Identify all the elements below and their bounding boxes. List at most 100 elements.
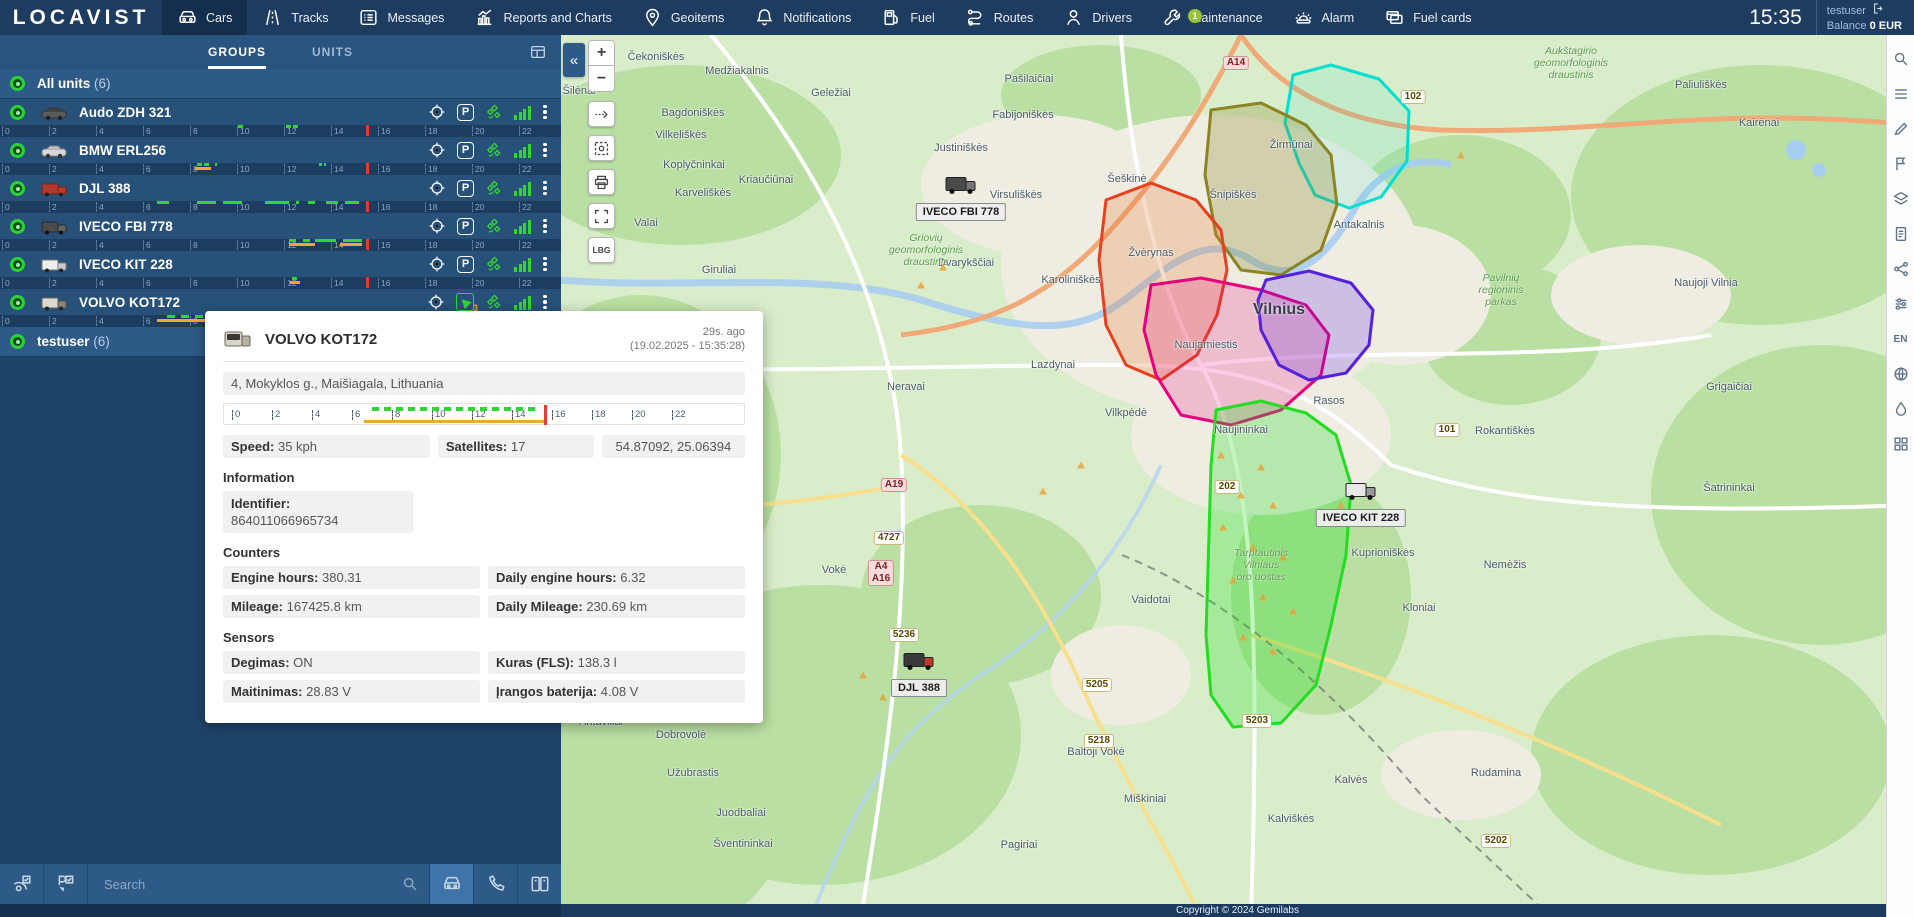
identifier-label: Identifier:	[231, 496, 290, 511]
road-badge: A19	[881, 478, 907, 492]
locate-icon[interactable]	[426, 253, 448, 275]
poi-triangle-icon	[939, 264, 947, 271]
sliders-icon[interactable]	[1891, 294, 1911, 314]
zoom-in-button[interactable]: +	[588, 40, 615, 66]
truck-marker-label[interactable]: IVECO FBI 778	[916, 203, 1006, 221]
nav-item-tracks[interactable]: Tracks	[247, 0, 343, 35]
visibility-eye-icon[interactable]	[10, 219, 25, 234]
visibility-eye-icon[interactable]	[10, 181, 25, 196]
language-icon[interactable]: EN	[1891, 329, 1911, 349]
phone-button[interactable]	[473, 864, 517, 904]
truck-marker[interactable]	[944, 174, 978, 201]
park-label: Griovių geomorfologinis draustinis	[889, 232, 963, 268]
truck-marker-label[interactable]: DJL 388	[891, 679, 947, 697]
menu-icon[interactable]	[1891, 84, 1911, 104]
visibility-eye-icon[interactable]	[10, 334, 25, 349]
search-icon[interactable]	[1891, 49, 1911, 69]
measure-route-button[interactable]	[588, 101, 615, 127]
satellite-filter-button[interactable]	[0, 864, 44, 904]
tab-groups[interactable]: GROUPS	[208, 35, 266, 69]
row-menu-icon[interactable]	[541, 143, 549, 158]
visibility-eye-icon[interactable]	[10, 143, 25, 158]
place-label: Kriaučiūnai	[739, 174, 793, 186]
vehicle-row[interactable]: DJL 388 P 0246810121416182022	[0, 175, 561, 213]
nav-item-maintenance[interactable]: 1Maintenance	[1147, 0, 1278, 35]
group-all-units[interactable]: All units (6)	[0, 69, 561, 99]
truck-marker[interactable]	[1344, 480, 1378, 507]
nav-item-label: Notifications	[783, 11, 851, 25]
nav-item-fuel[interactable]: Fuel	[866, 0, 949, 35]
locate-icon[interactable]	[426, 139, 448, 161]
visibility-eye-icon[interactable]	[10, 295, 25, 310]
row-menu-icon[interactable]	[541, 257, 549, 272]
nav-item-alarm[interactable]: Alarm	[1278, 0, 1370, 35]
nav-item-fuel-cards[interactable]: Fuel cards	[1369, 0, 1486, 35]
ruler-tick: 6	[143, 202, 151, 212]
fullscreen-button[interactable]	[588, 203, 615, 229]
nav-item-reports-and-charts[interactable]: Reports and Charts	[459, 0, 626, 35]
ruler-tick: 2	[49, 240, 57, 250]
visibility-eye-icon[interactable]	[10, 257, 25, 272]
logout-icon[interactable]	[1872, 2, 1885, 19]
map-canvas[interactable]	[561, 35, 1914, 917]
ruler-tick: 20	[632, 410, 646, 420]
visibility-eye-icon[interactable]	[10, 76, 25, 91]
cards-view-button[interactable]	[517, 864, 561, 904]
visibility-eye-icon[interactable]	[10, 105, 25, 120]
lbg-button[interactable]: LBG	[588, 237, 615, 263]
cards-icon	[1384, 7, 1405, 28]
vehicle-row[interactable]: IVECO FBI 778 P 0246810121416182022	[0, 213, 561, 251]
map-copyright: Copyright © 2024 Gemilabs	[561, 904, 1914, 917]
truck-marker-label[interactable]: IVECO KIT 228	[1316, 509, 1406, 527]
tab-units[interactable]: UNITS	[312, 35, 353, 69]
document-icon[interactable]	[1891, 224, 1911, 244]
row-menu-icon[interactable]	[541, 295, 549, 310]
road-badge: 5236	[889, 628, 919, 642]
map-area[interactable]: « +−LBG EN ČekoniškėsŠilėnaiMedžiakalnis…	[561, 35, 1914, 917]
row-menu-icon[interactable]	[541, 105, 549, 120]
nav-item-cars[interactable]: Cars	[162, 0, 247, 35]
geofence-drop-icon[interactable]	[1891, 399, 1911, 419]
nav-item-drivers[interactable]: Drivers	[1048, 0, 1147, 35]
grid-icon[interactable]	[1891, 434, 1911, 454]
vehicle-name: Audo ZDH 321	[79, 105, 171, 120]
row-menu-icon[interactable]	[541, 181, 549, 196]
parked-status-icon: P	[457, 104, 474, 121]
sidebar-collapse-button[interactable]: «	[563, 43, 585, 77]
nav-item-routes[interactable]: Routes	[950, 0, 1049, 35]
nav-item-label: Messages	[387, 11, 444, 25]
ruler-tick: 16	[552, 410, 566, 420]
vehicle-row[interactable]: BMW ERL256 P 0246810121416182022	[0, 137, 561, 175]
share-icon[interactable]	[1891, 259, 1911, 279]
row-menu-icon[interactable]	[541, 219, 549, 234]
locate-icon[interactable]	[426, 177, 448, 199]
locate-icon[interactable]	[426, 101, 448, 123]
signal-bars-icon	[514, 104, 532, 120]
parking-filter-button[interactable]	[44, 864, 88, 904]
app-logo[interactable]: LOCAVIST	[0, 0, 162, 35]
vehicle-row[interactable]: IVECO KIT 228 P 0246810121416182022	[0, 251, 561, 289]
user-box[interactable]: testuser Balance 0 EUR	[1816, 0, 1914, 35]
locate-icon[interactable]	[426, 215, 448, 237]
search-input[interactable]	[104, 877, 401, 892]
nav-item-geoitems[interactable]: Geoitems	[627, 0, 740, 35]
edit-icon[interactable]	[1891, 119, 1911, 139]
clock: 15:35	[1735, 6, 1816, 30]
truck-marker[interactable]	[902, 650, 936, 677]
cars-view-button[interactable]	[429, 864, 473, 904]
print-button[interactable]	[588, 169, 615, 195]
zoom-out-button[interactable]: −	[588, 66, 615, 92]
columns-icon[interactable]	[529, 43, 547, 61]
select-area-button[interactable]	[588, 135, 615, 161]
locate-icon[interactable]	[425, 291, 447, 313]
nav-item-messages[interactable]: Messages	[343, 0, 459, 35]
nav-item-notifications[interactable]: Notifications	[739, 0, 866, 35]
globe-icon[interactable]	[1891, 364, 1911, 384]
nav-item-label: Tracks	[291, 11, 328, 25]
layers-icon[interactable]	[1891, 189, 1911, 209]
place-label: Bagdoniškės	[662, 107, 725, 119]
parked-status-icon: P	[457, 218, 474, 235]
vehicle-row[interactable]: Audo ZDH 321 P 0246810121416182022	[0, 99, 561, 137]
poi-flag-icon[interactable]	[1891, 154, 1911, 174]
place-label: Kalvės	[1334, 774, 1367, 786]
